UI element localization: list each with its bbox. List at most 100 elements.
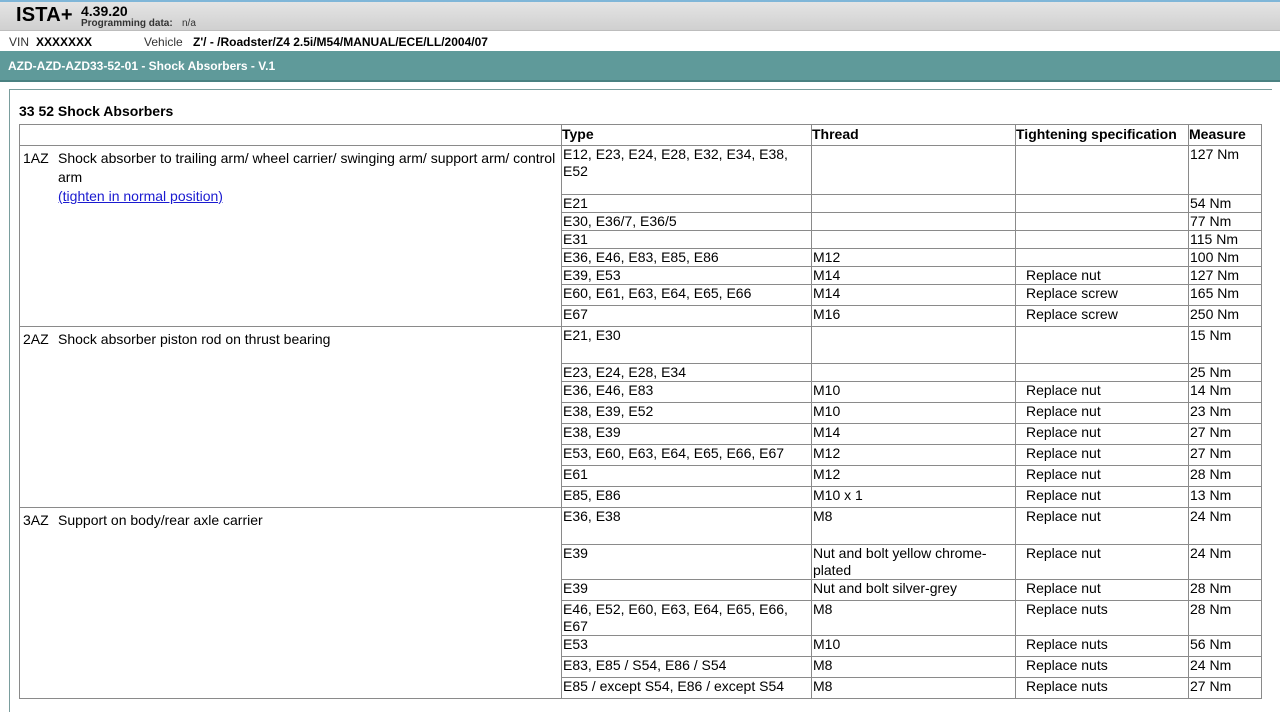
app-name: ISTA+: [16, 4, 73, 26]
measure-cell: 127 Nm: [1188, 145, 1262, 195]
type-cell: E36, E46, E83: [561, 381, 812, 403]
document-title: AZD-AZD-AZD33-52-01 - Shock Absorbers - …: [8, 59, 276, 73]
group-description-cell: 3AZ Support on body/rear axle carrier: [19, 507, 562, 699]
type-cell: E39: [561, 544, 812, 580]
tightening-spec-cell: [1015, 363, 1189, 382]
table-row: 2AZ Shock absorber piston rod on thrust b…: [19, 326, 1262, 508]
type-cell: E36, E46, E83, E85, E86: [561, 248, 812, 267]
tightening-spec-cell: [1015, 194, 1189, 213]
tightening-spec-cell: Replace nut: [1015, 266, 1189, 285]
measure-cell: 127 Nm: [1188, 266, 1262, 285]
thread-cell: M8: [811, 507, 1016, 545]
thread-cell: M8: [811, 677, 1016, 699]
type-cell: E21, E30: [561, 326, 812, 364]
tightening-spec-cell: [1015, 212, 1189, 231]
tightening-spec-cell: [1015, 145, 1189, 195]
group-description-cell: 1AZ Shock absorber to trailing arm/ wheel…: [19, 145, 562, 327]
type-cell: E85 / except S54, E86 / except S54: [561, 677, 812, 699]
thread-cell: Nut and bolt yellow chrome-plated: [811, 544, 1016, 580]
thread-cell: [811, 326, 1016, 364]
tighten-normal-position-link[interactable]: (tighten in normal position): [58, 188, 223, 204]
thread-cell: M16: [811, 305, 1016, 327]
group-code: 2AZ: [23, 331, 49, 347]
vin-value: XXXXXXX: [36, 35, 93, 49]
measure-cell: 56 Nm: [1188, 635, 1262, 657]
measure-cell: 28 Nm: [1188, 600, 1262, 636]
measure-cell: 25 Nm: [1188, 363, 1262, 382]
column-header-thread: Thread: [811, 124, 1016, 146]
measure-cell: 14 Nm: [1188, 381, 1262, 403]
table-row: 3AZ Support on body/rear axle carrier E36,…: [19, 507, 1262, 699]
thread-cell: Nut and bolt silver-grey: [811, 579, 1016, 601]
thread-cell: M12: [811, 465, 1016, 487]
programming-data-label: Programming data:: [81, 18, 173, 29]
type-cell: E31: [561, 230, 812, 249]
group-description: Shock absorber piston rod on thrust bear…: [58, 331, 331, 347]
measure-cell: 24 Nm: [1188, 656, 1262, 678]
tightening-spec-cell: Replace nut: [1015, 423, 1189, 445]
measure-cell: 27 Nm: [1188, 677, 1262, 699]
tightening-spec-cell: Replace nut: [1015, 486, 1189, 508]
type-cell: E83, E85 / S54, E86 / S54: [561, 656, 812, 678]
thread-cell: M14: [811, 423, 1016, 445]
tightening-spec-cell: [1015, 248, 1189, 267]
type-cell: E39: [561, 579, 812, 601]
thread-cell: M14: [811, 266, 1016, 285]
app-header: ISTA+ 4.39.20 Programming data: n/a: [0, 2, 1280, 31]
column-header-type: Type: [561, 124, 812, 146]
group-description-cell: 2AZ Shock absorber piston rod on thrust b…: [19, 326, 562, 508]
group-description: Shock absorber to trailing arm/ wheel ca…: [58, 150, 556, 185]
measure-cell: 28 Nm: [1188, 579, 1262, 601]
type-cell: E38, E39, E52: [561, 402, 812, 424]
type-cell: E23, E24, E28, E34: [561, 363, 812, 382]
type-cell: E53: [561, 635, 812, 657]
type-cell: E67: [561, 305, 812, 327]
table-header-row: Type Thread Tightening specification Mea…: [19, 124, 1262, 146]
measure-cell: 27 Nm: [1188, 423, 1262, 445]
tightening-spec-cell: Replace nut: [1015, 544, 1189, 580]
tightening-spec-cell: Replace nut: [1015, 402, 1189, 424]
thread-cell: M10: [811, 402, 1016, 424]
tightening-spec-cell: Replace nut: [1015, 579, 1189, 601]
thread-cell: M10: [811, 381, 1016, 403]
column-header-tightening-spec: Tightening specification: [1015, 124, 1189, 146]
group-description: Support on body/rear axle carrier: [58, 512, 263, 528]
document-title-bar: AZD-AZD-AZD33-52-01 - Shock Absorbers - …: [0, 51, 1280, 82]
group-code: 3AZ: [23, 512, 49, 528]
measure-cell: 77 Nm: [1188, 212, 1262, 231]
measure-cell: 100 Nm: [1188, 248, 1262, 267]
app-version: 4.39.20: [81, 3, 128, 19]
tightening-spec-cell: [1015, 230, 1189, 249]
measure-cell: 15 Nm: [1188, 326, 1262, 364]
measure-cell: 28 Nm: [1188, 465, 1262, 487]
thread-cell: [811, 194, 1016, 213]
thread-cell: [811, 230, 1016, 249]
type-cell: E53, E60, E63, E64, E65, E66, E67: [561, 444, 812, 466]
programming-data-value: n/a: [182, 18, 196, 29]
thread-cell: [811, 363, 1016, 382]
group-code: 1AZ: [23, 150, 49, 166]
tightening-spec-cell: Replace nuts: [1015, 600, 1189, 636]
thread-cell: M8: [811, 656, 1016, 678]
measure-cell: 54 Nm: [1188, 194, 1262, 213]
type-cell: E60, E61, E63, E64, E65, E66: [561, 284, 812, 306]
vehicle-info-bar: VIN XXXXXXX Vehicle Z'/ - /Roadster/Z4 2…: [0, 31, 1280, 51]
document-content: 33 52 Shock Absorbers Type Thread Tighte…: [9, 89, 1272, 712]
measure-cell: 250 Nm: [1188, 305, 1262, 327]
measure-cell: 24 Nm: [1188, 544, 1262, 580]
tightening-spec-cell: Replace nut: [1015, 507, 1189, 545]
vehicle-value: Z'/ - /Roadster/Z4 2.5i/M54/MANUAL/ECE/L…: [193, 35, 488, 49]
thread-cell: M10: [811, 635, 1016, 657]
tightening-spec-cell: Replace screw: [1015, 284, 1189, 306]
thread-cell: M10 x 1: [811, 486, 1016, 508]
measure-cell: 165 Nm: [1188, 284, 1262, 306]
column-header-measure: Measure: [1188, 124, 1262, 146]
type-cell: E39, E53: [561, 266, 812, 285]
tightening-table: Type Thread Tightening specification Mea…: [19, 124, 1262, 699]
measure-cell: 24 Nm: [1188, 507, 1262, 545]
type-cell: E85, E86: [561, 486, 812, 508]
type-cell: E30, E36/7, E36/5: [561, 212, 812, 231]
vehicle-label: Vehicle: [144, 35, 183, 49]
thread-cell: [811, 212, 1016, 231]
header-empty-cell: [19, 124, 562, 146]
